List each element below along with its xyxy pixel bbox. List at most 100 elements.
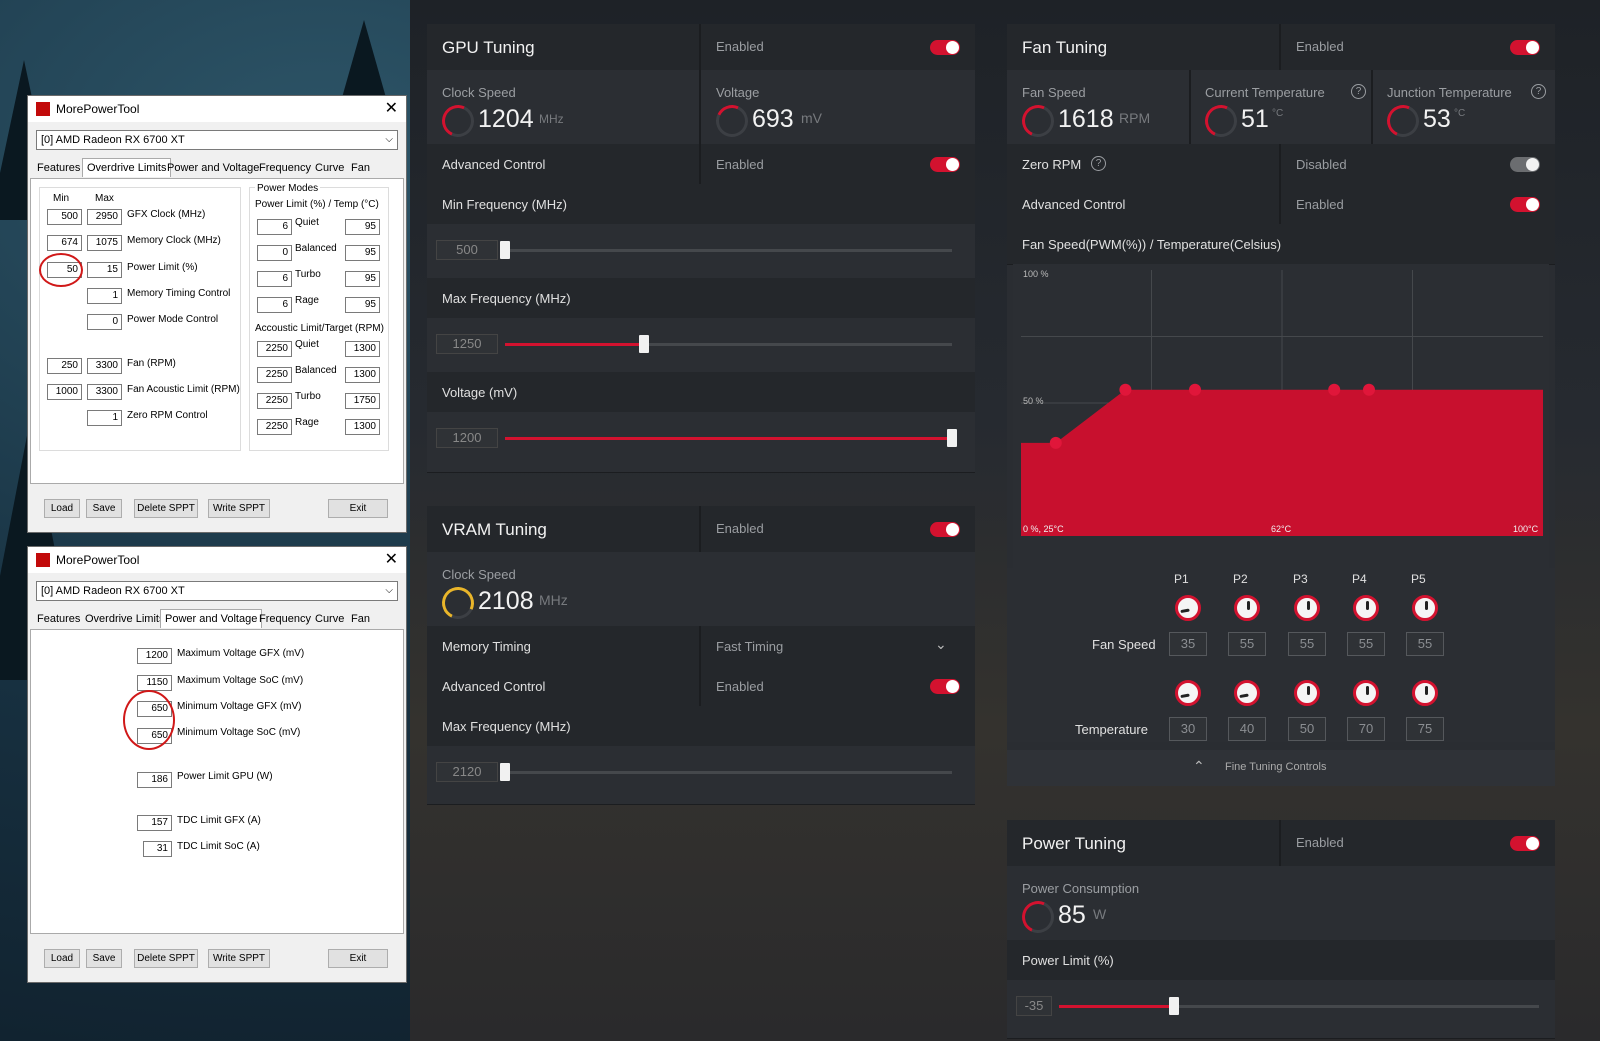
fan-tuning-toggle[interactable]: [1510, 40, 1540, 55]
fan-acoustic-min-input[interactable]: 1000: [47, 384, 82, 400]
tab-overdrive-limits[interactable]: Overdrive Limits: [82, 611, 167, 627]
power-limit-slider-thumb[interactable]: [1169, 997, 1180, 1015]
vram-max-frequency-slider-thumb[interactable]: [500, 763, 510, 781]
fan-rpm-min-input[interactable]: 250: [47, 358, 82, 374]
fan-curve-point-p4[interactable]: [1328, 383, 1341, 396]
quiet-temp-input[interactable]: 95: [345, 219, 380, 235]
turbo-acoustic-limit-input[interactable]: 2250: [257, 393, 292, 409]
memory-clock-min-input[interactable]: 674: [47, 235, 82, 251]
vram-max-frequency-slider-track[interactable]: [505, 771, 952, 774]
gfx-clock-max-input[interactable]: 2950: [87, 209, 122, 225]
quiet-power-limit-input[interactable]: 6: [257, 219, 292, 235]
vram-advanced-control-toggle[interactable]: [930, 679, 960, 694]
temperature-p5-input[interactable]: 75: [1406, 717, 1444, 741]
quiet-acoustic-limit-input[interactable]: 2250: [257, 341, 292, 357]
tab-frequency[interactable]: Frequency: [256, 160, 314, 176]
fan-speed-p4-input[interactable]: 55: [1347, 632, 1385, 656]
power-tuning-toggle[interactable]: [1510, 836, 1540, 851]
fan-speed-knob-p4[interactable]: [1353, 595, 1379, 621]
memory-timing-select[interactable]: Fast Timing: [716, 639, 783, 654]
window-titlebar[interactable]: MorePowerTool ✕: [28, 547, 406, 573]
save-button[interactable]: Save: [86, 949, 122, 968]
fan-speed-p2-input[interactable]: 55: [1228, 632, 1266, 656]
vram-max-frequency-value-box[interactable]: 2120: [436, 762, 498, 782]
gpu-tuning-toggle[interactable]: [930, 40, 960, 55]
power-limit-value-box[interactable]: -35: [1016, 996, 1052, 1016]
help-icon[interactable]: ?: [1091, 156, 1106, 171]
write-sppt-button[interactable]: Write SPPT: [208, 499, 270, 518]
min-frequency-slider-track[interactable]: [505, 249, 952, 252]
temperature-p1-input[interactable]: 30: [1169, 717, 1207, 741]
temperature-knob-p5[interactable]: [1412, 680, 1438, 706]
temperature-knob-p4[interactable]: [1353, 680, 1379, 706]
close-icon[interactable]: ✕: [385, 549, 398, 569]
tab-curve[interactable]: Curve: [312, 611, 347, 627]
zero-rpm-toggle[interactable]: [1510, 157, 1540, 172]
fan-speed-p5-input[interactable]: 55: [1406, 632, 1444, 656]
tab-curve[interactable]: Curve: [312, 160, 347, 176]
rage-acoustic-target-input[interactable]: 1300: [345, 419, 380, 435]
balanced-acoustic-target-input[interactable]: 1300: [345, 367, 380, 383]
fan-advanced-control-toggle[interactable]: [1510, 197, 1540, 212]
min-frequency-value-box[interactable]: 500: [436, 240, 498, 260]
max-frequency-slider-thumb[interactable]: [638, 335, 649, 353]
window-titlebar[interactable]: MorePowerTool ✕: [28, 96, 406, 122]
power-mode-control-input[interactable]: 0: [87, 314, 122, 330]
tdc-limit-gfx-input[interactable]: 157: [137, 815, 172, 831]
tdc-limit-soc-input[interactable]: 31: [143, 841, 172, 857]
load-button[interactable]: Load: [44, 949, 80, 968]
fan-rpm-max-input[interactable]: 3300: [87, 358, 122, 374]
min-frequency-slider-thumb[interactable]: [500, 241, 510, 259]
fan-speed-knob-p2[interactable]: [1234, 595, 1260, 621]
max-voltage-gfx-input[interactable]: 1200: [137, 648, 172, 664]
rage-acoustic-limit-input[interactable]: 2250: [257, 419, 292, 435]
voltage-value-box[interactable]: 1200: [436, 428, 498, 448]
vram-tuning-toggle[interactable]: [930, 522, 960, 537]
balanced-power-limit-input[interactable]: 0: [257, 245, 292, 261]
quiet-acoustic-target-input[interactable]: 1300: [345, 341, 380, 357]
advanced-control-toggle[interactable]: [930, 157, 960, 172]
fan-speed-knob-p3[interactable]: [1294, 595, 1320, 621]
tab-power-and-voltage[interactable]: Power and Voltage: [164, 160, 262, 176]
temperature-p4-input[interactable]: 70: [1347, 717, 1385, 741]
tab-power-and-voltage[interactable]: Power and Voltage: [160, 609, 263, 628]
turbo-power-limit-input[interactable]: 6: [257, 271, 292, 287]
write-sppt-button[interactable]: Write SPPT: [208, 949, 270, 968]
fan-curve-point-p2[interactable]: [1119, 383, 1132, 396]
gfx-clock-min-input[interactable]: 500: [47, 209, 82, 225]
tab-fan[interactable]: Fan: [348, 160, 373, 176]
tab-features[interactable]: Features: [34, 611, 83, 627]
temperature-p2-input[interactable]: 40: [1228, 717, 1266, 741]
device-select[interactable]: [0] AMD Radeon RX 6700 XT ⌵: [36, 130, 398, 150]
exit-button[interactable]: Exit: [328, 499, 388, 518]
turbo-acoustic-target-input[interactable]: 1750: [345, 393, 380, 409]
memory-timing-control-input[interactable]: 1: [87, 288, 122, 304]
fan-curve-point-p3[interactable]: [1189, 383, 1201, 396]
fan-curve-point-p5[interactable]: [1363, 383, 1375, 396]
fan-speed-p1-input[interactable]: 35: [1169, 632, 1207, 656]
max-voltage-soc-input[interactable]: 1150: [137, 675, 172, 691]
chevron-down-icon[interactable]: ⌄: [935, 636, 947, 653]
fan-curve-point-p1[interactable]: [1049, 436, 1062, 449]
temperature-knob-p3[interactable]: [1294, 680, 1320, 706]
zero-rpm-control-input[interactable]: 1: [87, 410, 122, 426]
fan-acoustic-max-input[interactable]: 3300: [87, 384, 122, 400]
temperature-knob-p1[interactable]: [1175, 680, 1201, 706]
help-icon[interactable]: ?: [1351, 84, 1366, 99]
power-limit-max-input[interactable]: 15: [87, 262, 122, 278]
load-button[interactable]: Load: [44, 499, 80, 518]
power-limit-gpu-input[interactable]: 186: [137, 772, 172, 788]
save-button[interactable]: Save: [86, 499, 122, 518]
tab-features[interactable]: Features: [34, 160, 83, 176]
voltage-slider-thumb[interactable]: [947, 429, 957, 447]
temperature-knob-p2[interactable]: [1234, 680, 1260, 706]
tab-overdrive-limits[interactable]: Overdrive Limits: [82, 158, 172, 177]
fan-speed-knob-p5[interactable]: [1412, 595, 1438, 621]
rage-power-limit-input[interactable]: 6: [257, 297, 292, 313]
tab-fan[interactable]: Fan: [348, 611, 373, 627]
balanced-acoustic-limit-input[interactable]: 2250: [257, 367, 292, 383]
fan-speed-p3-input[interactable]: 55: [1288, 632, 1326, 656]
tab-frequency[interactable]: Frequency: [256, 611, 314, 627]
exit-button[interactable]: Exit: [328, 949, 388, 968]
rage-temp-input[interactable]: 95: [345, 297, 380, 313]
